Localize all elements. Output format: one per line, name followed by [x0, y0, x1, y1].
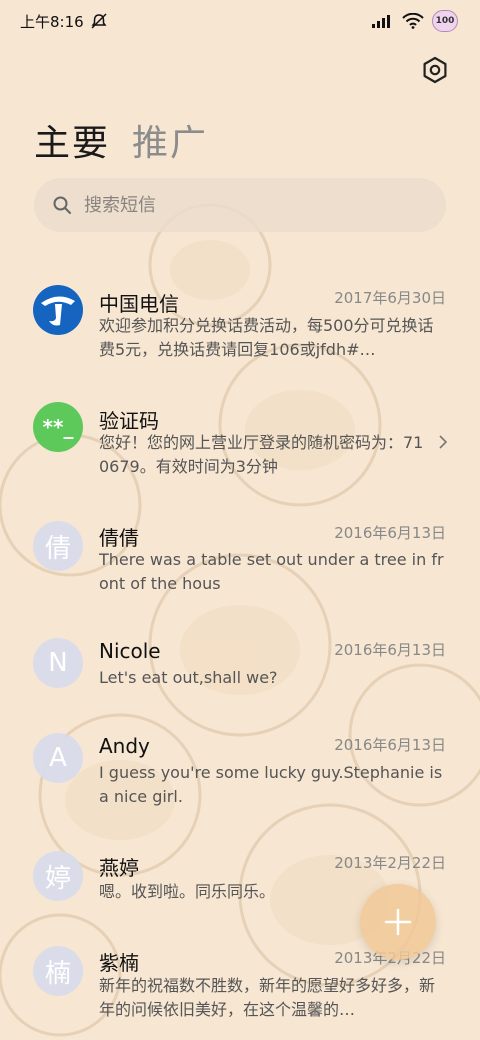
- chevron-right-icon[interactable]: [436, 435, 450, 449]
- conversation-preview: 您好！您的网上营业厅登录的随机密码为：710679。有效时间为3分钟: [99, 433, 424, 476]
- settings-button[interactable]: [420, 55, 450, 85]
- conversation-preview: 欢迎参加积分兑换话费活动，每500分可兑换话费5元，兑换话费请回复106或jfd…: [99, 316, 434, 359]
- conversation-preview: I guess you're some lucky guy.Stephanie …: [99, 763, 443, 806]
- conversation-name: 倩倩: [99, 526, 139, 550]
- mute-icon: [91, 13, 107, 29]
- status-time: 上午8:16: [20, 12, 84, 31]
- status-right: 100: [372, 10, 458, 32]
- conversation-item[interactable]: 倩 倩倩 2016年6月13日 There was a table set ou…: [0, 510, 480, 610]
- status-bar: 上午8:16 100: [0, 0, 480, 42]
- conversation-date: 2016年6月13日: [334, 736, 446, 754]
- conversation-item[interactable]: 中国电信 2017年6月30日 欢迎参加积分兑换话费活动，每500分可兑换话费5…: [0, 275, 480, 375]
- avatar-text: A: [49, 743, 67, 773]
- conversation-preview: There was a table set out under a tree i…: [99, 550, 444, 593]
- conversation-date: 2013年2月22日: [334, 854, 446, 872]
- gear-icon: [423, 56, 447, 84]
- telecom-logo-icon: [33, 285, 83, 335]
- conversation-date: 2016年6月13日: [334, 641, 446, 659]
- compose-button[interactable]: [360, 884, 436, 960]
- search-input[interactable]: [84, 194, 404, 216]
- avatar: 倩: [33, 521, 83, 571]
- telecom-logo: [33, 285, 83, 335]
- avatar-text: N: [48, 648, 68, 678]
- avatar: 楠: [33, 946, 83, 996]
- conversation-item[interactable]: **_ 验证码 您好！您的网上营业厅登录的随机密码为：710679。有效时间为3…: [0, 393, 480, 493]
- tab-primary[interactable]: 主要: [34, 114, 110, 166]
- conversation-name: Nicole: [99, 639, 161, 663]
- conversation-item[interactable]: A Andy 2016年6月13日 I guess you're some lu…: [0, 722, 480, 822]
- avatar: 婷: [33, 851, 83, 901]
- avatar: N: [33, 638, 83, 688]
- conversation-name: 燕婷: [99, 856, 139, 880]
- conversation-item[interactable]: N Nicole 2016年6月13日 Let's eat out,shall …: [0, 627, 480, 727]
- conversation-name: 中国电信: [99, 292, 179, 316]
- battery-level: 100: [435, 16, 455, 26]
- conversation-preview: Let's eat out,shall we?: [99, 668, 278, 687]
- search-bar[interactable]: [34, 178, 446, 232]
- conversation-name: Andy: [99, 734, 150, 758]
- avatar-text: 倩: [44, 533, 71, 564]
- avatar-text: 婷: [44, 863, 71, 894]
- search-icon: [53, 196, 71, 214]
- conversation-preview: 新年的祝福数不胜数，新年的愿望好多好多，新年的问候依旧美好，在这个温馨的…: [99, 976, 436, 1019]
- verification-avatar: **_: [33, 402, 83, 452]
- status-left: 上午8:16: [20, 11, 108, 32]
- wifi-icon: [402, 13, 424, 29]
- conversation-date: 2017年6月30日: [334, 289, 446, 307]
- plus-icon: [384, 908, 412, 936]
- conversation-name: 验证码: [99, 409, 159, 433]
- avatar-text: **_: [42, 415, 74, 439]
- battery-icon: 100: [432, 10, 458, 32]
- avatar-text: 楠: [44, 958, 71, 989]
- signal-icon: [372, 15, 390, 28]
- conversation-date: 2016年6月13日: [334, 524, 446, 542]
- tab-bar: 主要 推广: [34, 114, 208, 166]
- avatar: A: [33, 733, 83, 783]
- tab-promotions[interactable]: 推广: [132, 114, 208, 166]
- conversation-name: 紫楠: [99, 951, 139, 975]
